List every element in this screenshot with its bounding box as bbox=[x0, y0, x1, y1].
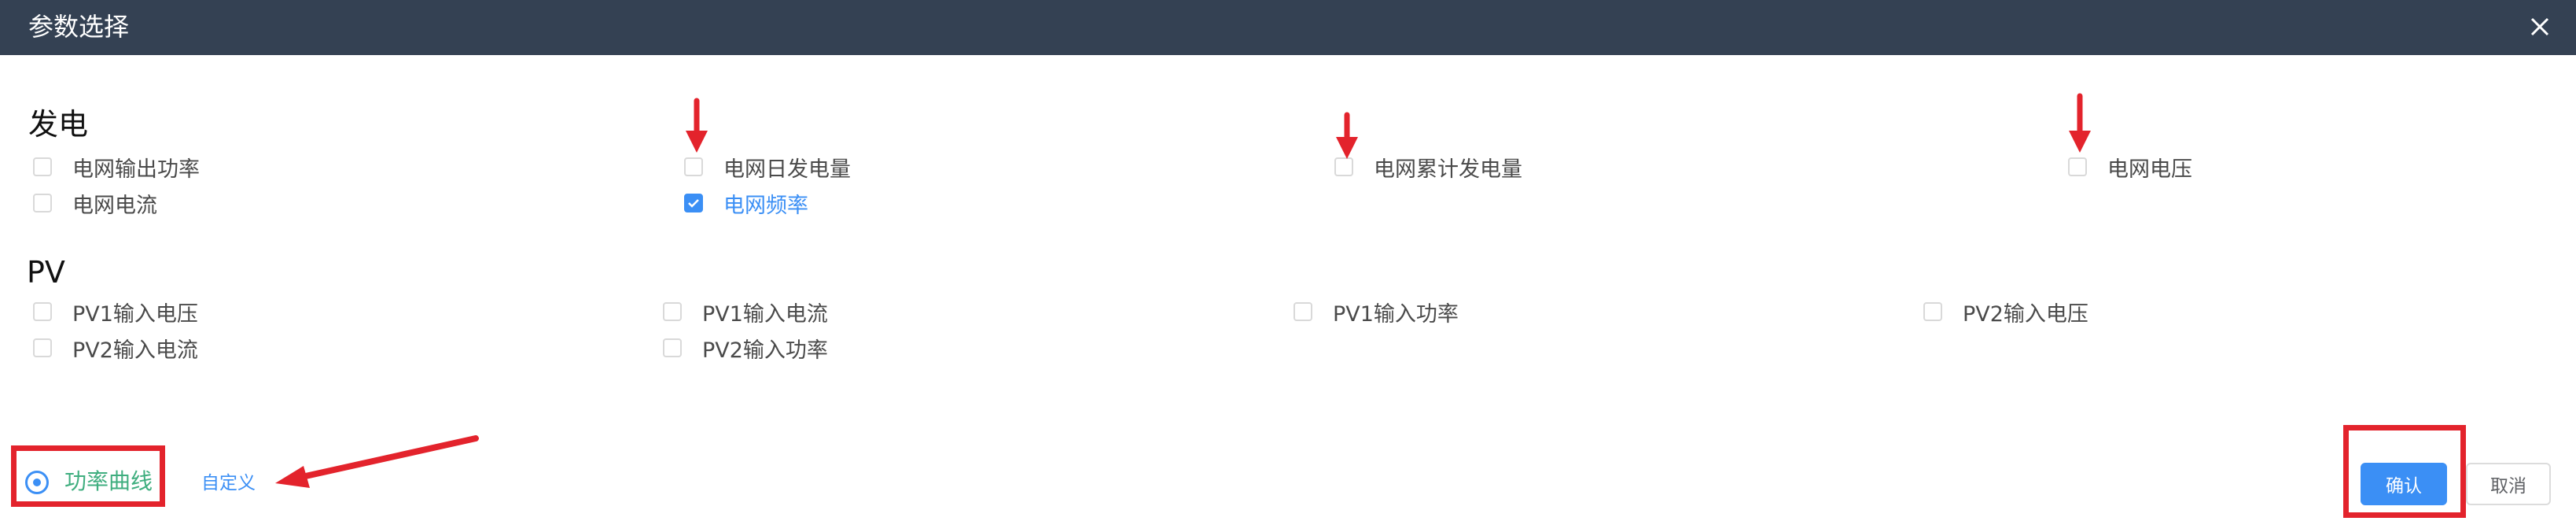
annotation-box-confirm bbox=[2343, 425, 2466, 518]
checkbox-box[interactable] bbox=[1294, 302, 1312, 321]
checkbox-label: 电网输出功率 bbox=[72, 157, 200, 182]
checkbox-grid-frequency[interactable]: 电网频率 bbox=[684, 187, 808, 219]
check-icon bbox=[688, 199, 699, 208]
checkbox-box-checked[interactable] bbox=[684, 194, 703, 212]
checkbox-box[interactable] bbox=[33, 194, 52, 212]
section-title-pv: PV bbox=[27, 255, 65, 290]
checkbox-label: PV2输入功率 bbox=[702, 338, 828, 363]
section-title-generation: 发电 bbox=[28, 107, 89, 142]
checkbox-box[interactable] bbox=[33, 157, 52, 176]
checkbox-box[interactable] bbox=[663, 338, 682, 357]
checkbox-label: 电网日发电量 bbox=[723, 157, 851, 182]
checkbox-box[interactable] bbox=[33, 338, 52, 357]
checkbox-box[interactable] bbox=[1334, 157, 1353, 176]
annotation-arrows bbox=[275, 93, 2091, 488]
checkbox-pv1-power[interactable]: PV1输入功率 bbox=[1294, 296, 1459, 327]
checkbox-label: PV1输入电压 bbox=[72, 301, 198, 327]
checkbox-label: PV2输入电流 bbox=[72, 338, 198, 363]
checkbox-pv2-voltage[interactable]: PV2输入电压 bbox=[1923, 296, 2088, 327]
checkbox-pv1-current[interactable]: PV1输入电流 bbox=[663, 296, 828, 327]
checkbox-box[interactable] bbox=[2068, 157, 2087, 176]
cancel-button[interactable]: 取消 bbox=[2466, 463, 2551, 505]
checkbox-grid-current[interactable]: 电网电流 bbox=[33, 187, 157, 219]
arrow-voltage-icon bbox=[2069, 93, 2091, 153]
checkbox-label: PV2输入电压 bbox=[1963, 301, 2088, 327]
checkbox-box[interactable] bbox=[1923, 302, 1942, 321]
checkbox-pv2-current[interactable]: PV2输入电流 bbox=[33, 332, 198, 364]
checkbox-box[interactable] bbox=[663, 302, 682, 321]
dialog-title: 参数选择 bbox=[28, 12, 130, 42]
dialog-titlebar: 参数选择 bbox=[0, 0, 2576, 55]
checkbox-pv2-power[interactable]: PV2输入功率 bbox=[663, 332, 828, 364]
checkbox-label: 电网电流 bbox=[72, 193, 157, 218]
checkbox-grid-output-power[interactable]: 电网输出功率 bbox=[33, 151, 200, 183]
checkbox-label: 电网电压 bbox=[2107, 157, 2192, 182]
checkbox-label: 电网累计发电量 bbox=[1374, 157, 1522, 182]
checkbox-grid-daily-energy[interactable]: 电网日发电量 bbox=[684, 151, 851, 183]
checkbox-box[interactable] bbox=[684, 157, 703, 176]
checkbox-label: PV1输入电流 bbox=[702, 301, 828, 327]
checkbox-label: 电网频率 bbox=[723, 193, 808, 218]
checkbox-grid-total-energy[interactable]: 电网累计发电量 bbox=[1334, 151, 1522, 183]
checkbox-box[interactable] bbox=[33, 302, 52, 321]
checkbox-label: PV1输入功率 bbox=[1333, 301, 1459, 327]
checkbox-pv1-voltage[interactable]: PV1输入电压 bbox=[33, 296, 198, 327]
arrow-daily-energy-icon bbox=[686, 98, 708, 153]
arrow-custom-link-icon bbox=[275, 435, 479, 488]
annotation-box-power-curve bbox=[11, 445, 165, 507]
close-icon[interactable] bbox=[2524, 11, 2556, 42]
custom-link[interactable]: 自定义 bbox=[201, 471, 256, 496]
checkbox-grid-voltage[interactable]: 电网电压 bbox=[2068, 151, 2192, 183]
